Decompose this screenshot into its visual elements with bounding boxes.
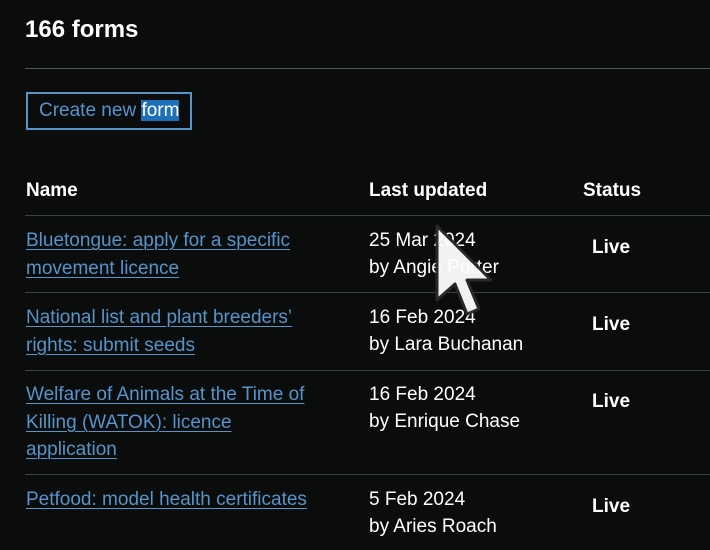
title-divider <box>25 68 710 69</box>
form-link-petfood[interactable]: Petfood: model health certificates <box>26 486 346 514</box>
form-link-line: movement licence <box>26 257 180 279</box>
updated-date: 5 Feb 2024 <box>369 489 466 510</box>
status-badge: Live <box>592 391 631 412</box>
form-link-line: Welfare of Animals at the Time of <box>26 384 305 405</box>
last-updated-cell: 16 Feb 2024 by Lara Buchanan <box>369 304 523 358</box>
updated-date: 16 Feb 2024 <box>369 384 476 405</box>
create-button-label: Create new <box>39 100 142 121</box>
form-link-national-list[interactable]: National list and plant breeders’ rights… <box>26 304 346 359</box>
form-link-line: application <box>26 439 117 460</box>
row-divider <box>25 292 710 293</box>
column-header-status: Status <box>583 180 642 201</box>
status-badge: Live <box>592 496 631 517</box>
updated-by: by Angie Porter <box>369 257 499 278</box>
updated-by: by Lara Buchanan <box>369 334 524 355</box>
form-link-line: Bluetongue: apply for a specific <box>26 230 291 251</box>
updated-date: 16 Feb 2024 <box>369 307 476 328</box>
page-title: 166 forms <box>25 16 139 43</box>
last-updated-cell: 5 Feb 2024 by Aries Roach <box>369 486 497 540</box>
form-link-line: National list and plant breeders’ <box>26 307 293 328</box>
form-link-line: Petfood: model health certificates <box>26 489 307 510</box>
form-link-line: Killing (WATOK): licence <box>26 411 232 433</box>
updated-date: 25 Mar 2024 <box>369 230 476 251</box>
form-link-bluetongue[interactable]: Bluetongue: apply for a specific movemen… <box>26 227 346 282</box>
updated-by: by Enrique Chase <box>369 411 521 432</box>
column-header-last-updated: Last updated <box>369 180 488 201</box>
column-header-name: Name <box>26 180 78 201</box>
status-badge: Live <box>592 237 631 258</box>
row-divider <box>25 370 710 371</box>
form-link-line: rights: submit seeds <box>26 334 195 356</box>
last-updated-cell: 16 Feb 2024 by Enrique Chase <box>369 381 520 435</box>
row-divider <box>25 474 710 475</box>
status-badge: Live <box>592 314 631 335</box>
row-divider <box>25 215 710 216</box>
updated-by: by Aries Roach <box>369 516 497 537</box>
last-updated-cell: 25 Mar 2024 by Angie Porter <box>369 227 499 281</box>
create-new-form-button[interactable]: Create new form <box>26 92 193 130</box>
create-button-label-selected: form <box>141 100 180 121</box>
form-link-watok[interactable]: Welfare of Animals at the Time of Killin… <box>26 381 346 464</box>
